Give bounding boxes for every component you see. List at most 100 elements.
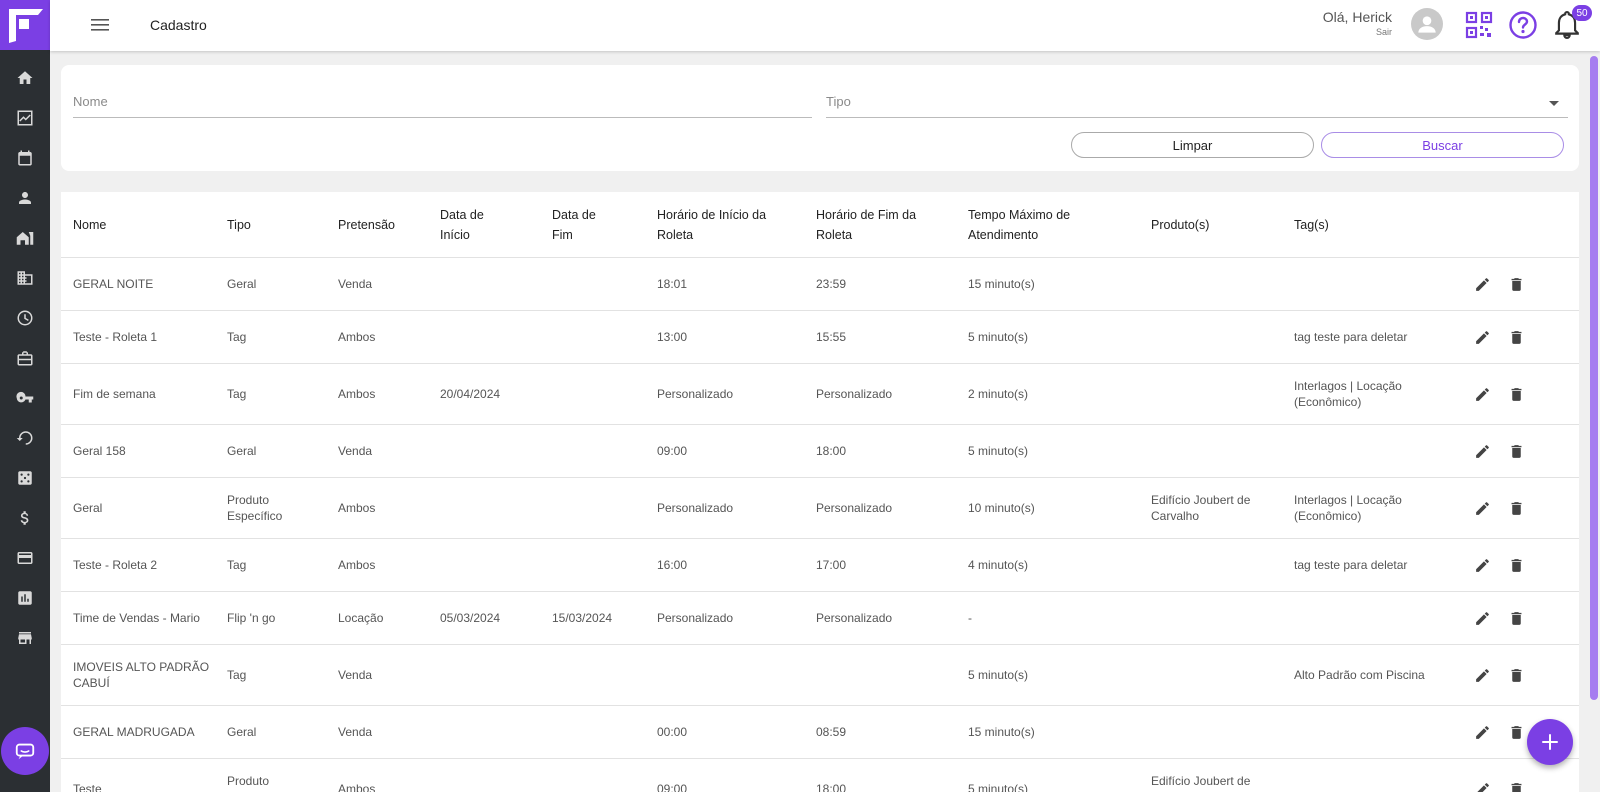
store-icon [18,632,32,644]
edit-button[interactable] [1471,721,1493,743]
search-button[interactable]: Buscar [1321,132,1564,158]
delete-button[interactable] [1505,497,1527,519]
column-header[interactable]: Tipo [227,215,251,235]
greeting-text: Olá, Herick [1322,9,1392,25]
edit-button[interactable] [1471,607,1493,629]
column-header[interactable]: Data de Início [440,205,510,245]
sidebar-item-payments[interactable] [0,538,50,578]
sidebar-item-dashboard[interactable] [0,98,50,138]
qr-code-button[interactable] [1464,10,1494,40]
column-header[interactable]: Tempo Máximo de Atendimento [968,205,1088,245]
sidebar-item-store[interactable] [0,618,50,658]
table-row[interactable]: Geral 158 Geral Venda 09:00 18:00 5 minuto(s) [61,425,1579,478]
logout-link[interactable]: Sair [1323,27,1392,37]
delete-button[interactable] [1505,721,1527,743]
help-button[interactable] [1508,10,1538,40]
table-row[interactable]: Geral Produto Específico Ambos Personalizad… [61,478,1579,539]
sidebar-item-home[interactable] [0,58,50,98]
table-cell: 05/03/2024 [440,611,501,625]
pencil-icon [1475,387,1489,401]
table-cell: Ambos [338,558,376,572]
table-cell: Personalizado [657,611,734,625]
table-cell: Teste - Roleta 1 [73,330,158,344]
table-cell: 4 minuto(s) [968,558,1029,572]
table-cell: 18:00 [816,444,847,458]
pencil-icon [1475,330,1489,344]
table-cell: Geral [227,725,257,739]
menu-toggle-button[interactable] [88,14,112,36]
pencil-icon [1475,725,1489,739]
table-cell: 17:00 [816,558,847,572]
delete-button[interactable] [1505,326,1527,348]
name-field[interactable] [73,88,812,118]
page-scrollbar[interactable] [1590,56,1598,700]
column-header[interactable]: Pretensão [338,215,395,235]
table-row[interactable]: Teste Produto Específico Ambos 09:00 18:00 5 … [61,759,1579,792]
sidebar-item-keys[interactable] [0,378,50,418]
chat-button[interactable] [1,727,49,775]
clear-button[interactable]: Limpar [1071,132,1314,158]
sidebar-item-buildings[interactable] [0,258,50,298]
delete-button[interactable] [1505,664,1527,686]
name-input[interactable] [73,88,812,109]
building-icon [17,271,33,285]
trash-icon [1511,501,1521,515]
app-logo[interactable] [0,0,50,50]
table-cell: Geral [227,444,257,458]
help-icon [1509,11,1537,39]
edit-button[interactable] [1471,664,1493,686]
table-cell: 2 minuto(s) [968,387,1029,401]
home-icon [17,71,33,84]
edit-button[interactable] [1471,273,1493,295]
table-cell: Tag [227,558,247,572]
sidebar-item-calendar[interactable] [0,138,50,178]
chevron-down-icon [1549,101,1559,106]
column-header[interactable]: Horário de Início da Roleta [657,205,797,245]
table-row[interactable]: Fim de semana Tag Ambos 20/04/2024 Personali… [61,364,1579,425]
edit-button[interactable] [1471,554,1493,576]
table-row[interactable]: Teste - Roleta 2 Tag Ambos 16:00 17:00 4 minu… [61,539,1579,592]
pencil-icon [1475,558,1489,572]
edit-button[interactable] [1471,440,1493,462]
table-cell: Geral [73,501,103,515]
page-title: Cadastro [150,17,207,33]
column-header[interactable]: Horário de Fim da Roleta [816,205,941,245]
edit-button[interactable] [1471,383,1493,405]
type-select[interactable]: Tipo [826,88,1568,118]
delete-button[interactable] [1505,440,1527,462]
table-cell: 5 minuto(s) [968,668,1029,682]
table-cell: 00:00 [657,725,688,739]
sidebar-item-users[interactable] [0,178,50,218]
column-header[interactable]: Data de Fim [552,205,612,245]
house-icon [16,232,34,245]
table-row[interactable]: IMOVEIS ALTO PADRÃO CABUÍ Tag Venda 5 minut… [61,645,1579,706]
delete-button[interactable] [1505,778,1527,792]
delete-button[interactable] [1505,273,1527,295]
pencil-icon [1475,668,1489,682]
table-cell: 5 minuto(s) [968,330,1029,344]
sidebar-item-business[interactable] [0,338,50,378]
sidebar-item-roulette[interactable] [0,418,50,458]
sidebar-item-draw[interactable] [0,458,50,498]
column-header[interactable]: Nome [73,215,106,235]
trash-icon [1511,277,1521,291]
delete-button[interactable] [1505,607,1527,629]
column-header[interactable]: Produto(s) [1151,215,1209,235]
edit-button[interactable] [1471,326,1493,348]
edit-button[interactable] [1471,497,1493,519]
sidebar-item-reports[interactable] [0,578,50,618]
sidebar-item-history[interactable] [0,298,50,338]
avatar[interactable] [1411,8,1443,40]
add-roulette-button[interactable] [1527,719,1573,765]
edit-button[interactable] [1471,778,1493,792]
sidebar-item-finance[interactable] [0,498,50,538]
table-row[interactable]: GERAL MADRUGADA Geral Venda 00:00 08:59 15 mi… [61,706,1579,759]
table-row[interactable]: Teste - Roleta 1 Tag Ambos 13:00 15:55 5 minu… [61,311,1579,364]
column-header[interactable]: Tag(s) [1294,215,1329,235]
delete-button[interactable] [1505,554,1527,576]
table-cell: tag teste para deletar [1294,558,1408,572]
table-row[interactable]: Time de Vendas - Mario Flip 'n go Locação 0… [61,592,1579,645]
delete-button[interactable] [1505,383,1527,405]
table-row[interactable]: GERAL NOITE Geral Venda 18:01 23:59 15 minuto… [61,258,1579,311]
sidebar-item-properties[interactable] [0,218,50,258]
